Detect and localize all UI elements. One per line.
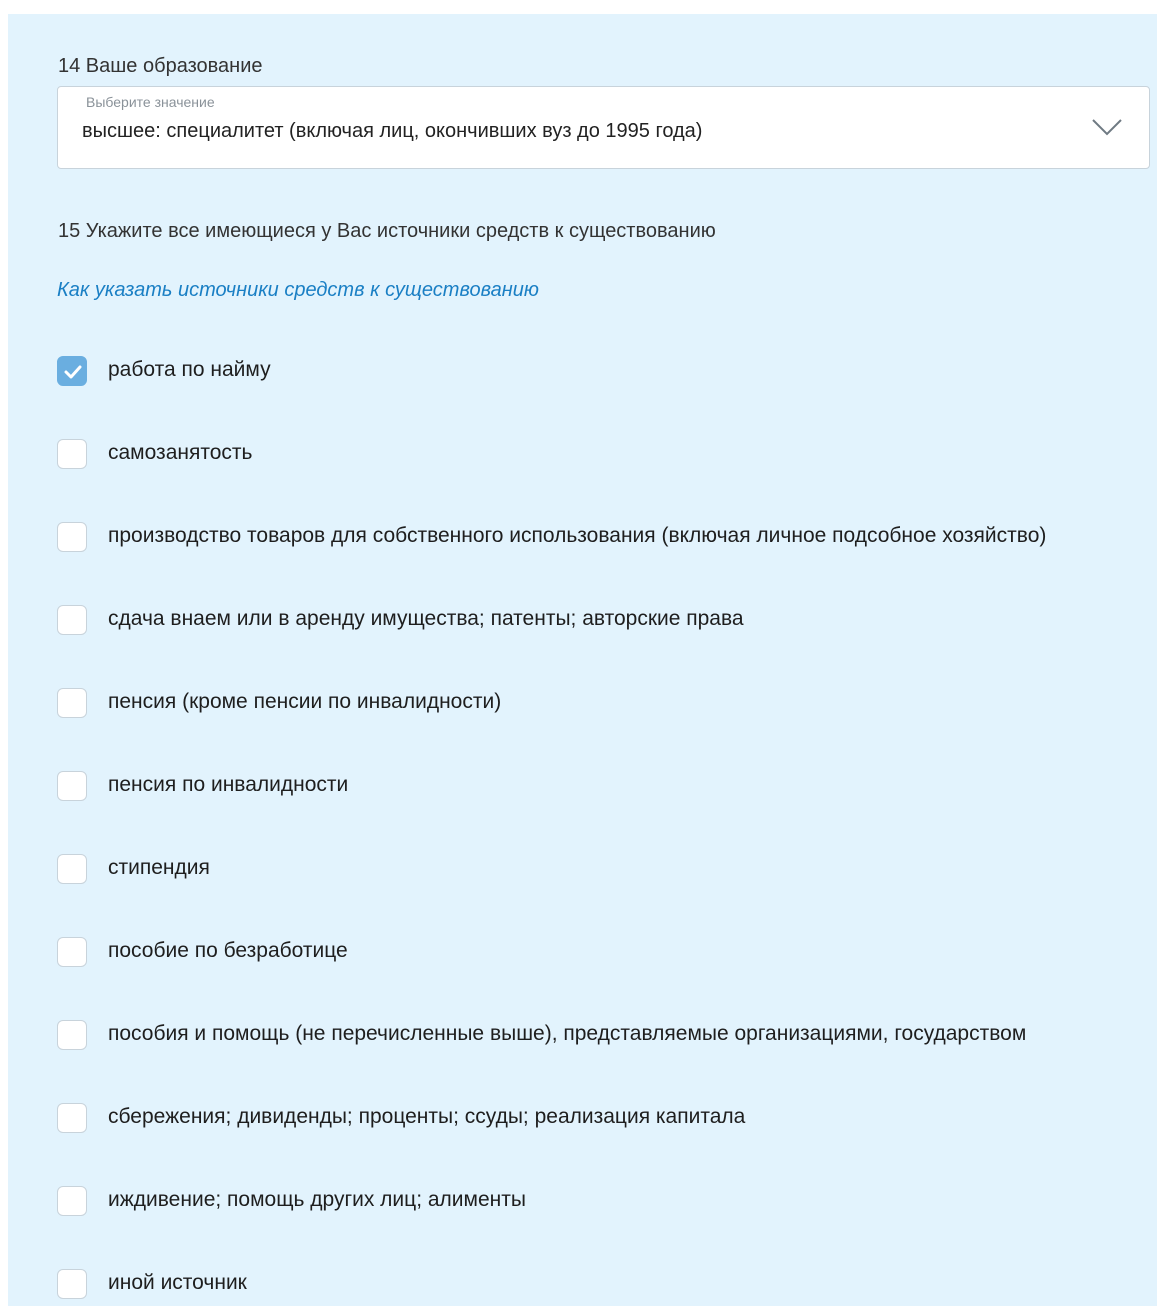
income-question-label: 15 Укажите все имеющиеся у Вас источники… [58, 220, 716, 242]
income-option-11[interactable]: иной источник [57, 1269, 1147, 1301]
checkbox[interactable] [57, 854, 87, 884]
income-option-label: сдача внаем или в аренду имущества; пате… [108, 607, 744, 630]
checkmark-icon [64, 365, 82, 379]
checkbox[interactable] [57, 356, 87, 386]
education-select-value: высшее: специалитет (включая лиц, окончи… [82, 120, 703, 142]
income-option-2[interactable]: производство товаров для собственного ис… [57, 522, 1147, 554]
checkbox[interactable] [57, 439, 87, 469]
income-option-label: иждивение; помощь других лиц; алименты [108, 1188, 526, 1211]
income-option-4[interactable]: пенсия (кроме пенсии по инвалидности) [57, 688, 1147, 720]
income-option-0[interactable]: работа по найму [57, 356, 1147, 388]
income-option-label: иной источник [108, 1271, 247, 1294]
income-option-label: стипендия [108, 856, 210, 879]
education-question-label: 14 Ваше образование [58, 55, 263, 77]
checkbox[interactable] [57, 522, 87, 552]
checkbox[interactable] [57, 1103, 87, 1133]
income-option-label: производство товаров для собственного ис… [108, 524, 1047, 547]
income-option-10[interactable]: иждивение; помощь других лиц; алименты [57, 1186, 1147, 1218]
checkbox[interactable] [57, 1269, 87, 1299]
checkbox[interactable] [57, 688, 87, 718]
education-select[interactable]: Выберите значение высшее: специалитет (в… [57, 86, 1150, 169]
income-option-label: пособие по безработице [108, 939, 348, 962]
checkbox[interactable] [57, 937, 87, 967]
checkbox[interactable] [57, 1186, 87, 1216]
chevron-down-icon[interactable] [1091, 117, 1123, 137]
income-option-label: пенсия по инвалидности [108, 773, 349, 796]
checkbox[interactable] [57, 771, 87, 801]
income-help-link[interactable]: Как указать источники средств к существо… [57, 279, 539, 302]
income-option-8[interactable]: пособия и помощь (не перечисленные выше)… [57, 1020, 1147, 1052]
income-option-6[interactable]: стипендия [57, 854, 1147, 886]
income-option-label: самозанятость [108, 441, 253, 464]
checkbox[interactable] [57, 605, 87, 635]
income-option-label: пенсия (кроме пенсии по инвалидности) [108, 690, 502, 713]
income-option-3[interactable]: сдача внаем или в аренду имущества; пате… [57, 605, 1147, 637]
income-option-label: пособия и помощь (не перечисленные выше)… [108, 1022, 1027, 1045]
education-select-placeholder: Выберите значение [86, 94, 215, 110]
income-option-7[interactable]: пособие по безработице [57, 937, 1147, 969]
checkbox[interactable] [57, 1020, 87, 1050]
income-option-label: работа по найму [108, 358, 271, 381]
income-option-1[interactable]: самозанятость [57, 439, 1147, 471]
income-option-5[interactable]: пенсия по инвалидности [57, 771, 1147, 803]
form-panel: 14 Ваше образование Выберите значение вы… [8, 14, 1157, 1306]
income-option-label: сбережения; дивиденды; проценты; ссуды; … [108, 1105, 746, 1128]
income-option-9[interactable]: сбережения; дивиденды; проценты; ссуды; … [57, 1103, 1147, 1135]
